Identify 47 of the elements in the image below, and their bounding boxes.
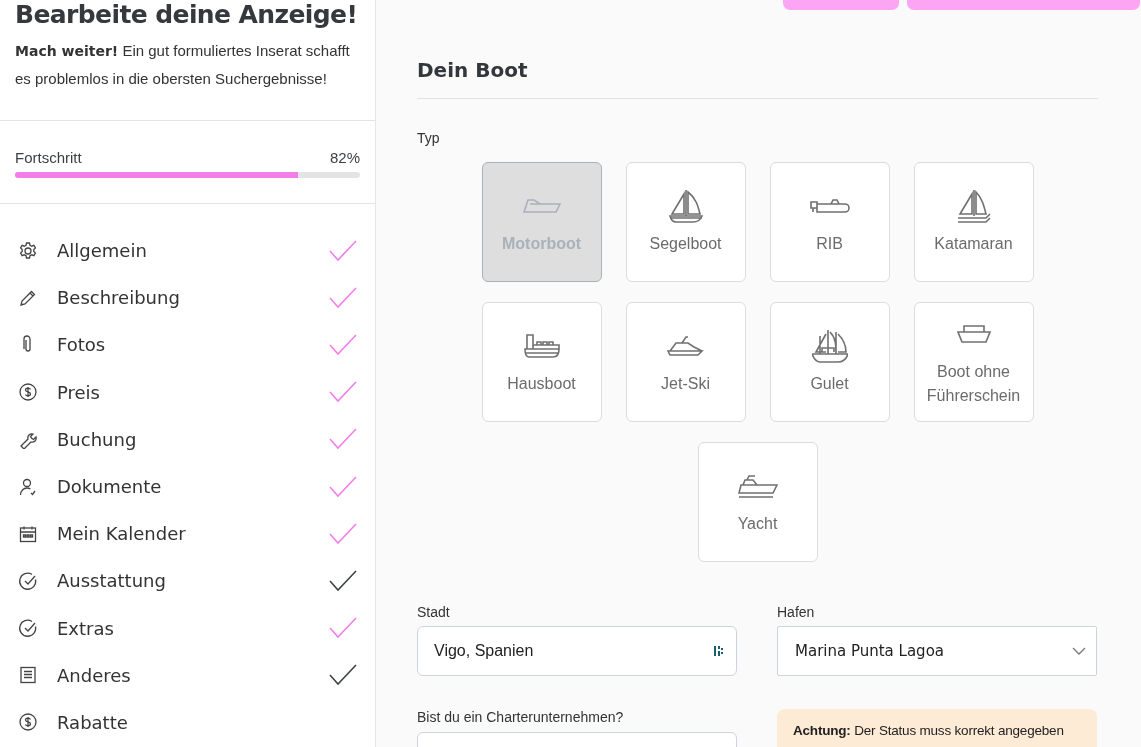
- boat-type-option[interactable]: Yacht: [697, 442, 818, 562]
- sidebar-item[interactable]: Rabatte: [0, 698, 375, 747]
- document-icon: [18, 665, 38, 686]
- sidebar-item[interactable]: Extras: [0, 604, 375, 652]
- progress-label: Fortschritt: [15, 149, 82, 166]
- boat-icon: [809, 199, 850, 213]
- boat-type-option[interactable]: Boot ohne Führerschein: [913, 302, 1034, 422]
- boat-icon: [667, 189, 704, 223]
- field-label: Hafen: [777, 604, 816, 620]
- field-label: Typ: [417, 130, 441, 146]
- warning-notice: Achtung: Der Status muss korrekt angegeben: [777, 709, 1097, 747]
- boat-type-option[interactable]: Gulet: [769, 302, 890, 422]
- sidebar-item[interactable]: Allgemein: [0, 227, 375, 275]
- sidebar-item[interactable]: Fotos: [0, 321, 375, 369]
- dollar-icon: [18, 712, 38, 733]
- boat-type-option[interactable]: Katamaran: [913, 162, 1034, 282]
- boat-type-option[interactable]: RIB: [769, 162, 890, 282]
- sidebar-item[interactable]: Dokumente: [0, 462, 375, 511]
- sidebar-item[interactable]: Mein Kalender: [0, 510, 375, 558]
- sidebar-item[interactable]: Beschreibung: [0, 274, 375, 322]
- dollar-icon: [18, 382, 38, 403]
- section-title: Dein Boot: [417, 58, 1098, 99]
- progress-reading: 82%: [329, 149, 360, 166]
- gear-icon: [18, 240, 38, 261]
- boat-icon: [523, 334, 560, 358]
- sidebar-item[interactable]: Anderes: [0, 651, 375, 699]
- sidebar-item[interactable]: Buchung: [0, 415, 375, 463]
- boat-icon: [811, 329, 848, 363]
- field-label: Bist du ein Charterunternehmen?: [417, 709, 625, 725]
- circlecheck-icon: [18, 570, 38, 591]
- sidebar-item[interactable]: Ausstattung: [0, 557, 375, 605]
- page-title: Bearbeite deine Anzeige!: [15, 0, 358, 29]
- boat-type-option[interactable]: Jet-Ski: [625, 302, 746, 422]
- intro-text: Mach weiter! Ein gut formuliertes Inserat schafft es problemlos in die obersten Suchergebnisse!: [15, 41, 351, 89]
- boat-type-option[interactable]: Segelboot: [625, 162, 746, 282]
- boat-icon: [522, 199, 561, 213]
- harbor-dropdown[interactable]: Marina Punta Lagoa: [777, 626, 1097, 676]
- circlecheck-icon: [18, 618, 38, 639]
- field-label: Stadt: [417, 604, 451, 620]
- sidebar-item[interactable]: Preis: [0, 368, 375, 416]
- user-icon: [18, 476, 38, 497]
- city-field[interactable]: Vigo, Spanien: [417, 626, 737, 676]
- boat-icon: [955, 189, 992, 223]
- boat-type-option[interactable]: Hausboot: [481, 302, 602, 422]
- boat-icon: [737, 474, 778, 498]
- boat-icon: [956, 325, 991, 343]
- boat-icon: [666, 336, 705, 356]
